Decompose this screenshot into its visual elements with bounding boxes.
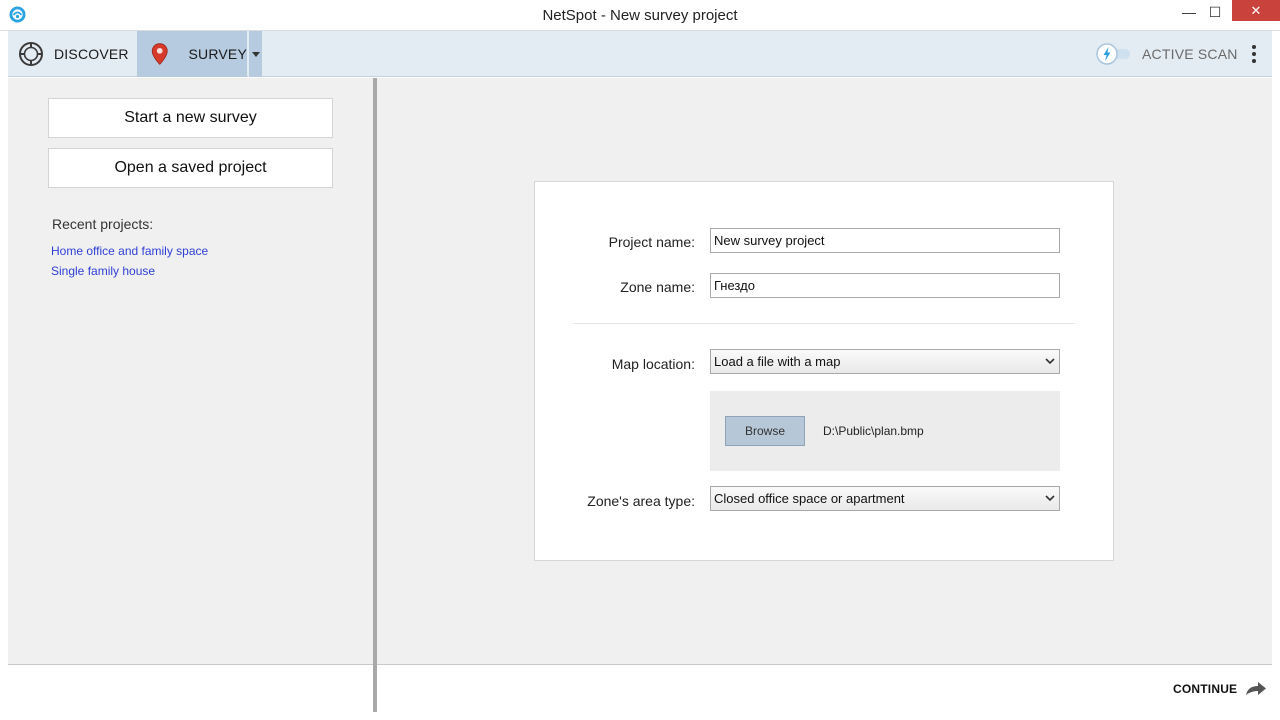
zone-area-type-select[interactable]: Closed office space or apartment [710,486,1060,511]
sidebar-footer [8,664,373,712]
recent-project-link[interactable]: Single family house [51,264,208,284]
close-button[interactable]: ✕ [1232,0,1280,21]
map-location-label: Map location: [611,356,695,372]
discover-mode-button[interactable]: DISCOVER [18,31,138,77]
map-pin-icon [151,43,168,65]
main-toolbar: DISCOVER SURVEY ACTIVE SCAN [8,31,1272,77]
map-file-area: Browse D:\Public\plan.bmp [710,391,1060,471]
window-title: NetSpot - New survey project [542,7,738,24]
new-project-form: Project name: New survey project Zone na… [534,181,1114,561]
chevron-down-icon [1045,495,1055,502]
active-scan-toggle[interactable]: ACTIVE SCAN [1096,31,1238,77]
window-frame-bottom [0,712,1280,720]
continue-button[interactable]: CONTINUE [1173,681,1267,697]
survey-mode-button[interactable]: SURVEY [137,31,247,77]
map-file-path: D:\Public\plan.bmp [823,424,924,438]
map-location-select[interactable]: Load a file with a map [710,349,1060,374]
discover-label: DISCOVER [54,46,129,62]
title-bar: NetSpot - New survey project — ☐ ✕ [0,0,1280,31]
form-divider [573,323,1075,324]
window-frame-right [1272,31,1280,720]
main-content-panel: Project name: New survey project Zone na… [377,78,1272,664]
maximize-button[interactable]: ☐ [1202,0,1228,24]
sidebar-panel: Start a new survey Open a saved project … [8,78,373,664]
recent-projects-list: Home office and family space Single fami… [51,244,208,284]
project-name-field[interactable]: New survey project [710,228,1060,253]
minimize-button[interactable]: — [1174,0,1204,24]
vertical-dots-icon[interactable] [1248,42,1260,66]
chevron-down-icon [1045,358,1055,365]
zone-name-label: Zone name: [620,279,695,295]
caret-down-icon [251,51,260,57]
continue-label: CONTINUE [1173,682,1238,696]
compass-icon [19,42,43,66]
start-new-survey-button[interactable]: Start a new survey [48,98,333,138]
arrow-forward-icon [1246,682,1267,695]
active-scan-label: ACTIVE SCAN [1142,46,1238,62]
project-name-label: Project name: [608,234,695,250]
zone-area-type-label: Zone's area type: [587,493,695,509]
survey-label: SURVEY [188,46,247,62]
content-footer: CONTINUE [377,664,1272,712]
open-saved-project-button[interactable]: Open a saved project [48,148,333,188]
recent-projects-heading: Recent projects: [52,216,154,232]
lightning-toggle-icon [1096,43,1130,65]
window-frame-left [0,31,8,720]
zone-name-field[interactable]: Гнездо [710,273,1060,298]
survey-dropdown-button[interactable] [248,31,262,77]
zone-area-type-value: Closed office space or apartment [714,491,905,506]
map-location-value: Load a file with a map [714,354,841,369]
browse-button[interactable]: Browse [725,416,805,446]
recent-project-link[interactable]: Home office and family space [51,244,208,264]
